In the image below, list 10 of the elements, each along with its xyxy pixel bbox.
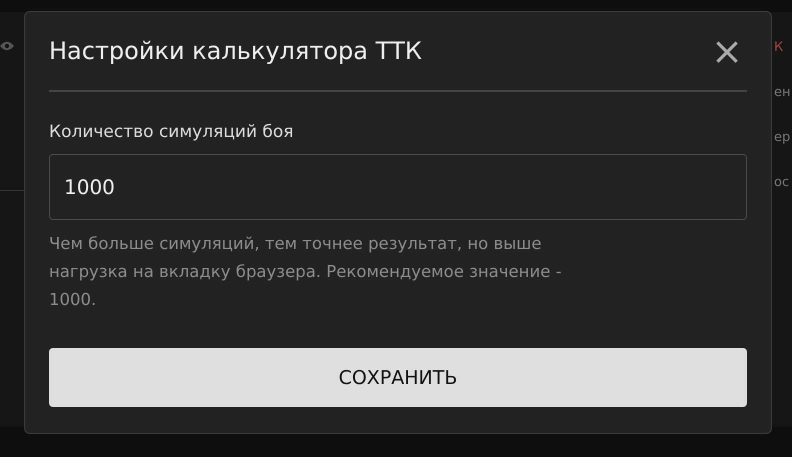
input-field[interactable]: 1000 bbox=[49, 154, 747, 220]
background-text: ер bbox=[774, 129, 792, 147]
background-text: К bbox=[774, 39, 784, 57]
help-text: Чем больше симуляций, тем точнее результат, но выше нагрузка на вкладку браузера. Рекомендуемое значение - 1000. bbox=[49, 233, 563, 311]
dialog-title: Настройки калькулятора ТТК bbox=[49, 37, 422, 65]
background-text: ос bbox=[774, 174, 790, 192]
close-button[interactable]: × bbox=[707, 32, 747, 70]
field-label: Количество симуляций боя bbox=[49, 122, 295, 142]
background-text: ен bbox=[774, 84, 792, 102]
save-button[interactable]: СОХРАНИТЬ bbox=[49, 348, 747, 407]
